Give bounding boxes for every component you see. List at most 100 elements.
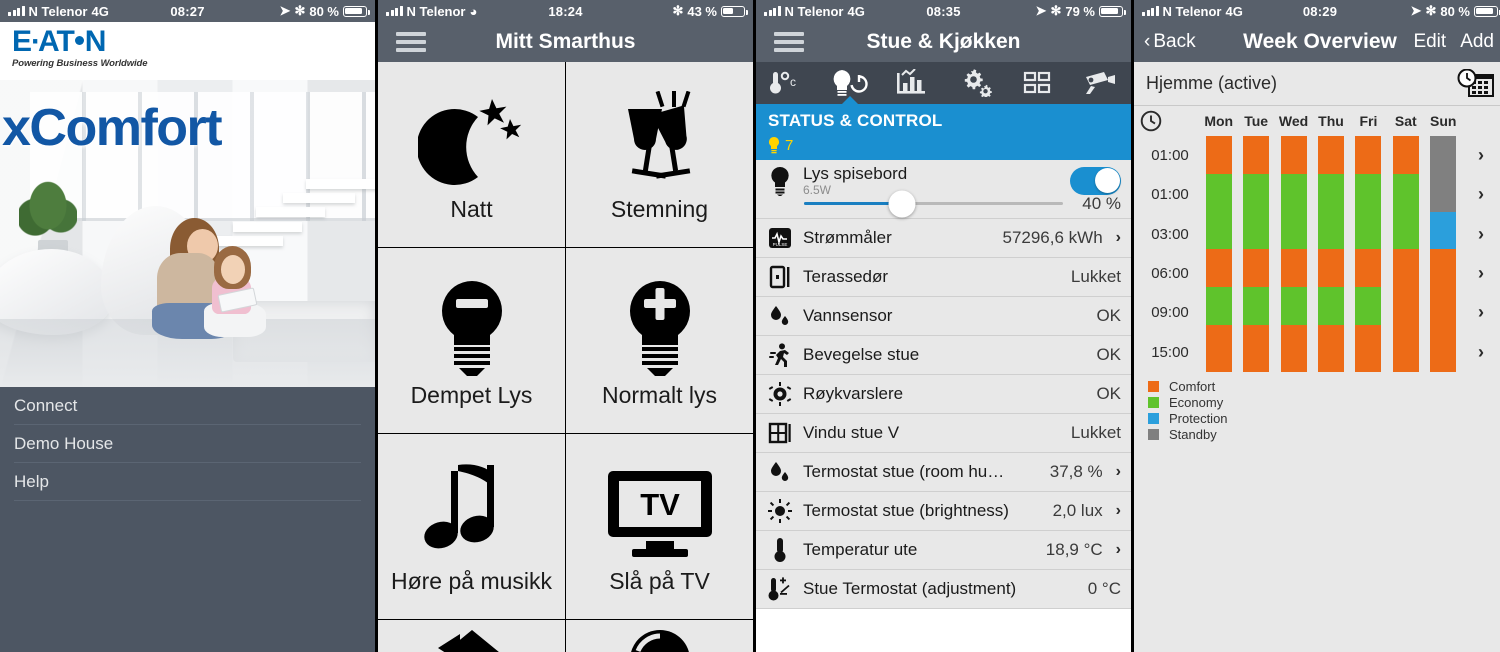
week-schedule: Mon Tue Wed Thu Fri Sat Sun 01:00 01:00 … — [1134, 106, 1500, 372]
scene-tile-label: Normalt lys — [601, 382, 717, 409]
row-value: OK — [1096, 383, 1121, 403]
table-row[interactable]: Terassedør Lukket — [756, 257, 1131, 297]
segment-economy — [1392, 173, 1419, 250]
legend-item: Protection — [1148, 410, 1500, 426]
week-header: Mon Tue Wed Thu Fri Sat Sun — [1140, 106, 1500, 136]
grid-icon — [1022, 70, 1052, 96]
bar-chart-icon — [895, 69, 929, 97]
scene-tile-house[interactable] — [378, 620, 565, 652]
menu-item-connect[interactable]: Connect — [14, 387, 361, 425]
tab-grid[interactable] — [1006, 62, 1069, 104]
motion-runner-icon — [766, 343, 794, 367]
bulb-plus-icon — [614, 273, 706, 381]
battery-icon — [1474, 5, 1500, 17]
tab-status-control[interactable] — [819, 62, 882, 104]
eaton-logo: E·AT N — [12, 25, 106, 58]
tab-climate[interactable]: c — [756, 62, 819, 104]
chevron-right-icon: › — [1115, 462, 1121, 480]
edit-button[interactable]: Edit — [1413, 31, 1446, 53]
table-row[interactable]: Stue Termostat (adjustment) 0 °C — [756, 569, 1131, 609]
day-bar-wed[interactable] — [1280, 136, 1307, 372]
day-bar-tue[interactable] — [1243, 136, 1270, 372]
segment-comfort — [1317, 324, 1344, 372]
phone-screen-splash: N Telenor 4G 08:27 ➤ ✻ 80 % E·AT N Poweri… — [0, 0, 375, 652]
eaton-tagline: Powering Business Worldwide — [12, 58, 148, 69]
segment-comfort — [1355, 249, 1382, 288]
segment-comfort — [1280, 136, 1307, 174]
status-bar: N Telenor 4G 08:27 ➤ ✻ 80 % — [0, 0, 375, 22]
mode-legend: Comfort Economy Protection Standby — [1134, 372, 1500, 652]
dimmer-slider-row: 40 % — [766, 190, 1121, 218]
scene-tile-natt[interactable]: Natt — [378, 62, 565, 247]
segment-comfort — [1205, 136, 1232, 174]
section-title: STATUS & CONTROL — [756, 104, 1131, 136]
table-row[interactable]: Bevegelse stue OK — [756, 335, 1131, 375]
chevron-right-icon[interactable]: › — [1462, 136, 1500, 175]
legend-label: Comfort — [1169, 378, 1216, 394]
table-row[interactable]: Termostat stue (room hu… 37,8 % › — [756, 452, 1131, 492]
day-bar-mon[interactable] — [1205, 136, 1232, 372]
table-row[interactable]: Vindu stue V Lukket — [756, 413, 1131, 453]
segment-comfort — [1317, 136, 1344, 174]
legend-label: Protection — [1169, 410, 1228, 426]
menu-item-demo-house[interactable]: Demo House — [14, 425, 361, 463]
clock-calendar-icon[interactable] — [1456, 68, 1494, 99]
segment-comfort — [1243, 324, 1270, 372]
dimmer-row[interactable]: Lys spisebord 6.5W 40 % — [756, 160, 1131, 219]
table-row[interactable]: PULSE Strømmåler 57296,6 kWh › — [756, 218, 1131, 258]
table-row[interactable]: Temperatur ute 18,9 °C › — [756, 530, 1131, 570]
battery-label: 43 % — [687, 3, 717, 19]
chevron-right-icon[interactable]: › — [1462, 254, 1500, 293]
menu-item-label: Connect — [14, 395, 78, 415]
day-bar-sun[interactable] — [1430, 136, 1457, 372]
day-bar-thu[interactable] — [1317, 136, 1344, 372]
day-bar-sat[interactable] — [1392, 136, 1419, 372]
table-row[interactable]: Røykvarslere OK — [756, 374, 1131, 414]
scene-tile-hore-pa-musikk[interactable]: Høre på musikk — [378, 434, 565, 619]
table-row[interactable]: Termostat stue (brightness) 2,0 lux › — [756, 491, 1131, 531]
dimmer-top: Lys spisebord 6.5W — [766, 165, 1121, 197]
scene-tile-sla-pa-tv[interactable]: TV Slå på TV — [566, 434, 753, 619]
bluetooth-icon: ✻ — [1050, 3, 1062, 18]
row-label: Strømmåler — [803, 227, 892, 247]
profile-row[interactable]: Hjemme (active) — [1134, 62, 1500, 106]
hamburger-icon[interactable] — [396, 32, 426, 52]
tab-camera[interactable] — [1069, 62, 1132, 104]
day-header-fri: Fri — [1359, 113, 1378, 129]
scene-tile-stemning[interactable]: Stemning — [566, 62, 753, 247]
chevron-right-icon[interactable]: › — [1462, 215, 1500, 254]
thermometer-icon — [766, 537, 794, 563]
segment-comfort — [1317, 249, 1344, 288]
gears-icon — [958, 69, 992, 97]
scene-tile-dempet-lys[interactable]: Dempet Lys — [378, 248, 565, 433]
back-button[interactable]: ‹ Back — [1144, 31, 1196, 53]
segment-comfort — [1280, 324, 1307, 372]
battery-label: 79 % — [1065, 3, 1095, 19]
row-label: Røykvarslere — [803, 383, 904, 403]
row-value: OK — [1096, 344, 1121, 364]
row-value: 2,0 lux — [1052, 500, 1103, 520]
main-menu: Connect Demo House Help — [0, 387, 375, 652]
chevron-right-icon: › — [1115, 540, 1121, 558]
chevron-right-icon[interactable]: › — [1462, 333, 1500, 372]
phone-screen-week-overview: N Telenor 4G 08:29 ➤ ✻ 80 % ‹ Back Week … — [1134, 0, 1500, 652]
chevron-right-icon[interactable]: › — [1462, 175, 1500, 214]
menu-item-help[interactable]: Help — [14, 463, 361, 501]
tab-settings[interactable] — [944, 62, 1007, 104]
chevron-right-icon[interactable]: › — [1462, 293, 1500, 332]
tab-statistics[interactable] — [881, 62, 944, 104]
time-labels: 01:00 01:00 03:00 06:00 09:00 15:00 — [1140, 136, 1200, 372]
hero-people — [150, 215, 274, 356]
day-bar-fri[interactable] — [1355, 136, 1382, 372]
table-row[interactable]: Vannsensor OK — [756, 296, 1131, 336]
screenshot-panels: N Telenor 4G 08:27 ➤ ✻ 80 % E·AT N Poweri… — [0, 0, 1500, 652]
scene-tile-circle[interactable] — [566, 620, 753, 652]
dimmer-toggle[interactable] — [1070, 166, 1121, 195]
add-button[interactable]: Add — [1460, 31, 1494, 53]
hamburger-icon[interactable] — [774, 32, 804, 52]
segment-comfort — [1430, 249, 1457, 372]
tv-icon: TV — [604, 459, 716, 567]
legend-item: Standby — [1148, 426, 1500, 442]
dimmer-slider[interactable] — [804, 190, 1063, 218]
scene-tile-normalt-lys[interactable]: Normalt lys — [566, 248, 753, 433]
